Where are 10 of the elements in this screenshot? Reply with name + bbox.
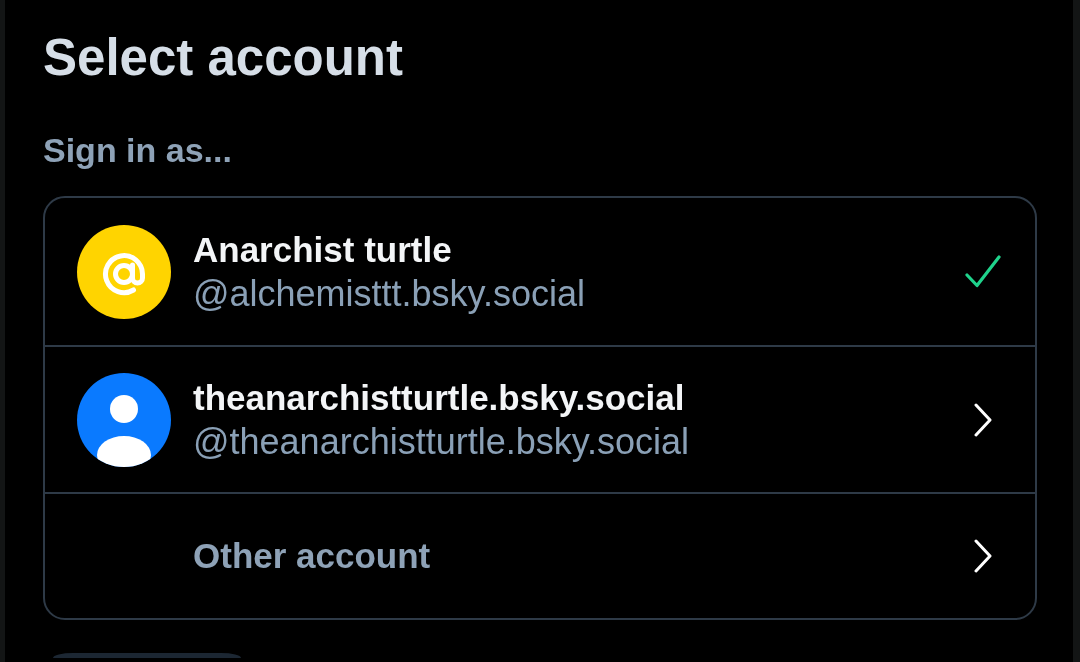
account-item[interactable]: Anarchist turtle @alchemisttt.bsky.social — [45, 198, 1035, 345]
section-label: Sign in as... — [43, 130, 232, 170]
cut-off-button[interactable] — [53, 653, 241, 658]
dialog-title: Select account — [43, 28, 403, 88]
account-handle: @theanarchistturtle.bsky.social — [193, 419, 690, 464]
account-name: Anarchist turtle — [193, 228, 452, 271]
account-handle: @alchemisttt.bsky.social — [193, 271, 585, 316]
account-item[interactable]: theanarchistturtle.bsky.social @theanarchistturtle.bsky.social — [45, 345, 1035, 492]
account-name: theanarchistturtle.bsky.social — [193, 376, 685, 419]
other-account-item[interactable]: Other account — [45, 492, 1035, 618]
